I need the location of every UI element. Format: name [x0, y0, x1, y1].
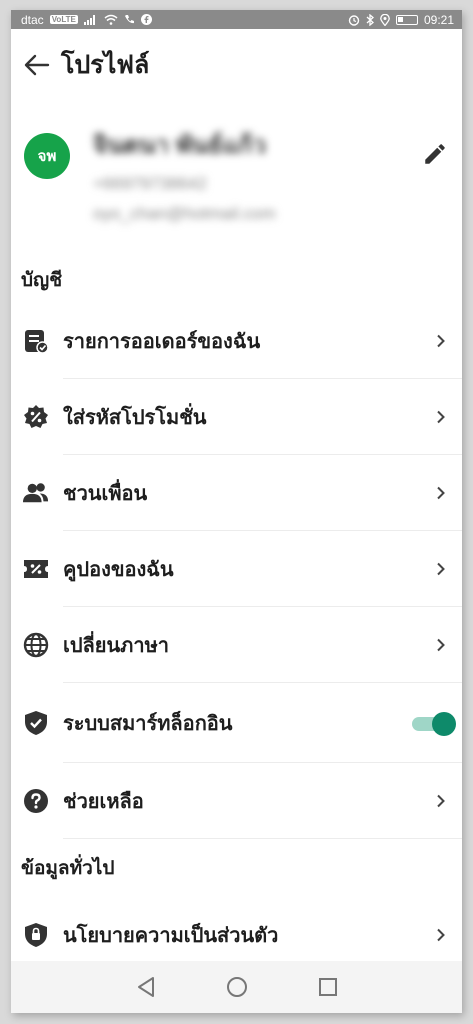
battery-icon [395, 14, 418, 25]
profile-email: oyo_chan@hotmail.com [93, 204, 276, 223]
location-icon [380, 13, 390, 26]
profile-name: จินตนา พันธ์แก้ว [93, 132, 266, 159]
section-title-general: ข้อมูลทั่วไป [21, 858, 115, 879]
menu-item-promo-code[interactable]: ใส่รหัสโปรโมชั่น [11, 379, 462, 455]
phone-screen: dtac VoLTE 09:21 โปรไฟล์ จพ จินตนา พันธ์… [11, 10, 462, 1013]
wifi-icon [104, 14, 118, 25]
clock-time: 09:21 [423, 12, 454, 27]
carrier-label: dtac [21, 12, 44, 27]
system-nav-bar [11, 961, 462, 1013]
edit-pencil-icon[interactable] [422, 141, 448, 167]
promo-badge-icon [23, 404, 49, 430]
signal-icon [83, 14, 95, 25]
order-list-icon [23, 328, 49, 354]
menu-label: นโยบายความเป็นส่วนตัว [63, 925, 279, 947]
bluetooth-icon [366, 13, 374, 26]
chevron-right-icon [437, 410, 445, 424]
nav-recents-icon[interactable] [318, 977, 338, 997]
menu-label: ชวนเพื่อน [63, 483, 148, 505]
menu-label: ช่วยเหลือ [63, 791, 144, 813]
status-bar: dtac VoLTE 09:21 [11, 10, 462, 29]
avatar: จพ [24, 133, 70, 179]
smart-login-toggle[interactable] [412, 712, 456, 736]
chevron-right-icon [437, 334, 445, 348]
invite-friends-icon [23, 480, 49, 506]
menu-label: คูปองของฉัน [63, 559, 174, 581]
menu-item-help[interactable]: ช่วยเหลือ [11, 763, 462, 839]
profile-phone: +66979738642 [93, 174, 207, 193]
back-arrow-icon[interactable] [23, 51, 51, 79]
menu-label: ระบบสมาร์ทล็อกอิน [63, 713, 233, 735]
menu-label: เปลี่ยนภาษา [63, 635, 170, 657]
facebook-icon [140, 14, 152, 25]
menu-label: รายการออเดอร์ของฉัน [63, 331, 261, 353]
section-title-account: บัญชี [21, 270, 63, 291]
menu-item-change-language[interactable]: เปลี่ยนภาษา [11, 607, 462, 683]
volte-badge: VoLTE [49, 15, 78, 24]
shield-icon [23, 710, 49, 736]
app-bar: โปรไฟล์ [11, 29, 462, 101]
page-title: โปรไฟล์ [61, 51, 150, 79]
menu-label: ใส่รหัสโปรโมชั่น [63, 407, 207, 429]
menu-item-my-orders[interactable]: รายการออเดอร์ของฉัน [11, 303, 462, 379]
globe-icon [23, 632, 49, 658]
nav-back-icon[interactable] [136, 976, 156, 998]
chevron-right-icon [437, 562, 445, 576]
chevron-right-icon [437, 794, 445, 808]
profile-card: จพ จินตนา พันธ์แก้ว +66979738642 oyo_cha… [11, 101, 462, 241]
coupon-icon [23, 556, 49, 582]
alarm-icon [348, 14, 360, 26]
chevron-right-icon [437, 638, 445, 652]
nav-home-icon[interactable] [226, 976, 248, 998]
menu-item-smart-login: ระบบสมาร์ทล็อกอิน [11, 683, 462, 763]
chevron-right-icon [437, 928, 445, 942]
chevron-right-icon [437, 486, 445, 500]
privacy-icon [23, 922, 49, 948]
menu-item-my-coupons[interactable]: คูปองของฉัน [11, 531, 462, 607]
menu-item-invite-friends[interactable]: ชวนเพื่อน [11, 455, 462, 531]
help-icon [23, 788, 49, 814]
call-icon [124, 15, 134, 24]
